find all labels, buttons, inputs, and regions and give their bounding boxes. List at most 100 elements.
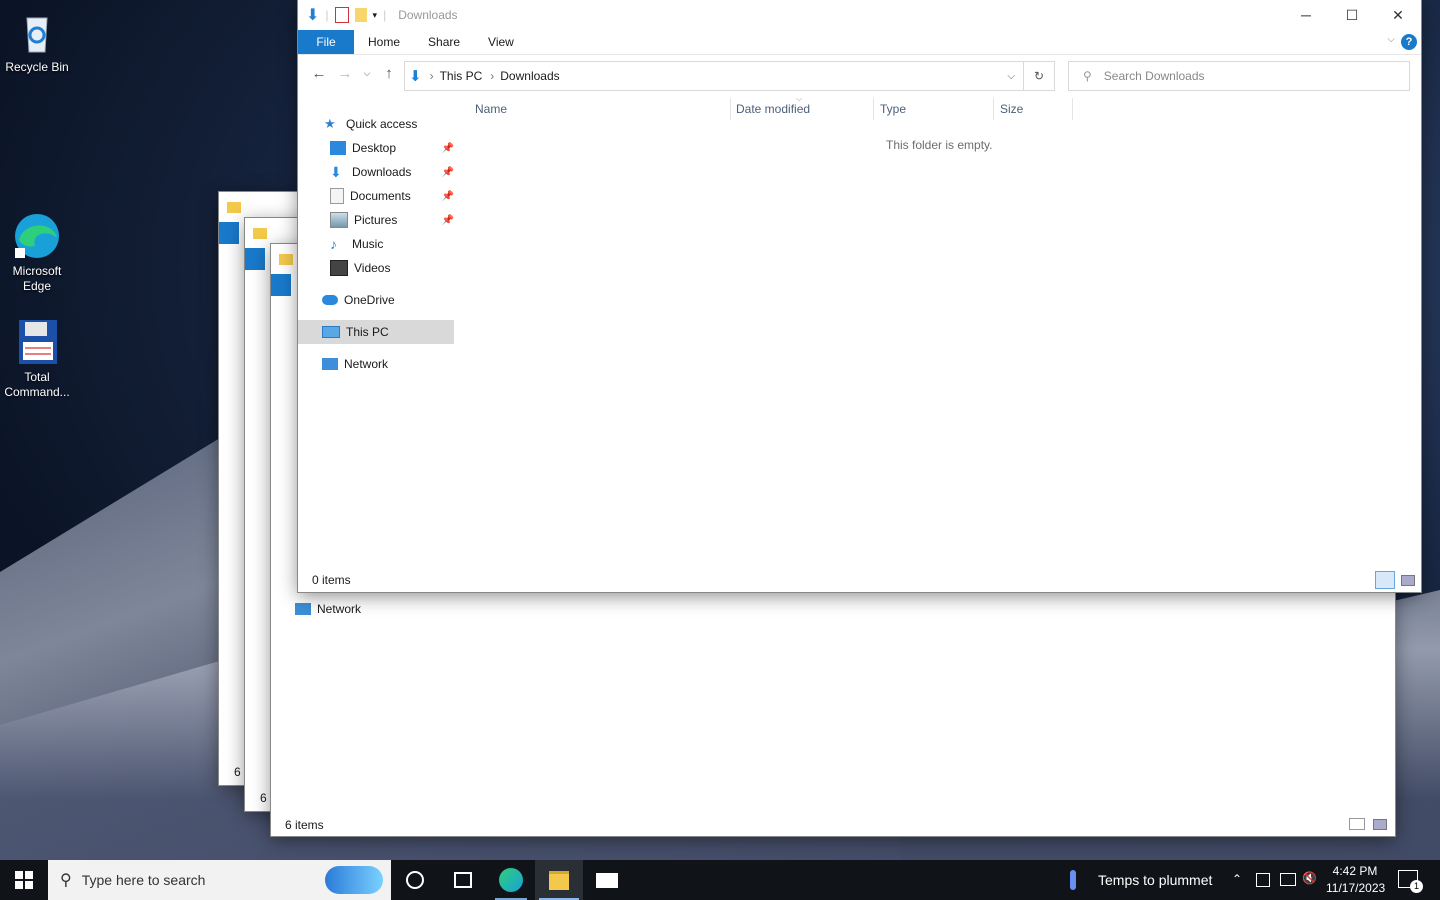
taskbar-mail[interactable] bbox=[583, 860, 631, 900]
total-commander-desktop-icon[interactable]: Total Command... bbox=[0, 318, 74, 400]
desktop-icon bbox=[330, 141, 346, 155]
column-header-type[interactable]: Type bbox=[880, 96, 906, 122]
ribbon: File Home Share View ⌵ ? bbox=[298, 30, 1421, 55]
search-box[interactable]: ⚲ Search Downloads bbox=[1068, 61, 1410, 91]
status-bar: 0 items bbox=[298, 568, 1421, 592]
recent-locations-button[interactable]: ⌵ bbox=[358, 68, 376, 79]
help-icon[interactable]: ? bbox=[1401, 34, 1417, 50]
refresh-button[interactable]: ↻ bbox=[1024, 61, 1055, 91]
breadcrumb-downloads[interactable]: Downloads bbox=[500, 69, 559, 83]
minimize-button[interactable]: ─ bbox=[1283, 0, 1329, 30]
task-view-button[interactable] bbox=[439, 860, 487, 900]
pin-icon: 📌 bbox=[441, 142, 454, 154]
cloud-icon bbox=[322, 295, 338, 305]
nav-network-label: Network bbox=[344, 357, 389, 371]
column-header-size[interactable]: Size bbox=[1000, 96, 1023, 122]
folder-icon bbox=[227, 201, 241, 213]
nav-music-label: Music bbox=[352, 237, 384, 251]
nav-downloads[interactable]: ⬇ Downloads 📌 bbox=[298, 160, 458, 184]
file-tab-partial bbox=[271, 274, 291, 296]
breadcrumb-this-pc[interactable]: This PC bbox=[440, 69, 483, 83]
network-icon bbox=[295, 603, 311, 615]
taskbar-search-box[interactable]: ⚲ Type here to search bbox=[48, 860, 391, 900]
maximize-button[interactable]: ☐ bbox=[1329, 0, 1375, 30]
details-view-icon[interactable] bbox=[1349, 818, 1365, 830]
nav-documents[interactable]: Documents 📌 bbox=[298, 184, 458, 208]
large-icons-view-icon[interactable] bbox=[1401, 574, 1415, 586]
nav-videos[interactable]: Videos bbox=[298, 256, 458, 280]
search-placeholder: Search Downloads bbox=[1103, 69, 1205, 83]
nav-pictures-label: Pictures bbox=[354, 213, 398, 227]
tab-share[interactable]: Share bbox=[414, 30, 474, 54]
column-divider bbox=[730, 98, 731, 120]
nav-pictures[interactable]: Pictures 📌 bbox=[298, 208, 458, 232]
file-tab-partial bbox=[245, 248, 265, 270]
address-bar[interactable]: ⬇ › This PC › Downloads ⌵ bbox=[404, 61, 1024, 91]
tab-view[interactable]: View bbox=[474, 30, 528, 54]
clock-time: 4:42 PM bbox=[1332, 864, 1378, 878]
thermometer-icon bbox=[1070, 870, 1076, 890]
back-button[interactable]: ← bbox=[306, 65, 332, 82]
column-header-name[interactable]: Name bbox=[475, 96, 507, 122]
network-icon bbox=[322, 358, 338, 370]
mail-icon bbox=[596, 872, 618, 888]
start-button[interactable] bbox=[0, 860, 48, 900]
properties-icon[interactable] bbox=[334, 7, 349, 23]
recycle-bin-label: Recycle Bin bbox=[5, 60, 69, 74]
address-dropdown-icon[interactable]: ⌵ bbox=[1007, 71, 1015, 82]
status-text: 6 items bbox=[285, 818, 324, 832]
file-tab[interactable]: File bbox=[298, 30, 354, 54]
navigation-pane: ★ Quick access Desktop 📌 ⬇ Downloads 📌 D… bbox=[298, 112, 458, 557]
large-icons-view-icon[interactable] bbox=[1373, 819, 1387, 830]
nav-desktop[interactable]: Desktop 📌 bbox=[298, 136, 458, 160]
nav-network[interactable]: Network bbox=[295, 602, 361, 616]
search-icon: ⚲ bbox=[1083, 69, 1092, 83]
sort-indicator-icon: ⌵ bbox=[796, 94, 803, 103]
nav-network[interactable]: Network bbox=[298, 352, 458, 376]
cortana-button[interactable] bbox=[391, 860, 439, 900]
nav-onedrive-label: OneDrive bbox=[344, 293, 395, 307]
expand-ribbon-icon[interactable]: ⌵ bbox=[1387, 34, 1395, 45]
task-view-icon bbox=[454, 872, 472, 888]
tab-home[interactable]: Home bbox=[354, 30, 414, 54]
documents-icon bbox=[330, 188, 344, 204]
downloads-location-icon: ⬇ bbox=[409, 68, 422, 85]
file-tab-partial bbox=[219, 222, 239, 244]
column-divider bbox=[993, 98, 994, 120]
nav-quick-access[interactable]: ★ Quick access bbox=[298, 112, 458, 136]
weather-widget[interactable]: Temps to plummet bbox=[1070, 860, 1212, 900]
folder-icon bbox=[549, 870, 569, 890]
search-highlight-icon bbox=[325, 866, 383, 894]
nav-onedrive[interactable]: OneDrive bbox=[298, 288, 458, 312]
windows-logo-icon bbox=[15, 871, 33, 889]
new-folder-icon[interactable] bbox=[354, 8, 367, 22]
show-hidden-icons-button[interactable]: ⌃ bbox=[1232, 872, 1242, 886]
details-view-icon[interactable] bbox=[1375, 571, 1395, 589]
taskbar-edge[interactable] bbox=[487, 860, 535, 900]
taskbar-file-explorer[interactable] bbox=[535, 860, 583, 900]
recycle-bin-desktop-icon[interactable]: Recycle Bin bbox=[0, 8, 74, 75]
forward-button[interactable]: → bbox=[332, 65, 358, 82]
close-button[interactable]: ✕ bbox=[1375, 0, 1421, 30]
column-divider bbox=[1072, 98, 1073, 120]
network-tray-icon[interactable] bbox=[1280, 873, 1296, 886]
search-icon: ⚲ bbox=[60, 872, 72, 889]
pin-icon: 📌 bbox=[441, 190, 454, 202]
navigation-bar: ← → ⌵ ↑ ⬇ › This PC › Downloads ⌵ ↻ ⚲ Se… bbox=[298, 55, 1421, 91]
nav-desktop-label: Desktop bbox=[352, 141, 397, 155]
download-icon: ⬇ bbox=[330, 164, 342, 180]
meet-now-icon[interactable] bbox=[1256, 873, 1270, 887]
action-center-button[interactable]: 1 bbox=[1398, 870, 1423, 893]
titlebar: ⬇ | ▾ | Downloads ─ ☐ ✕ bbox=[298, 0, 1421, 30]
volume-muted-icon[interactable]: 🔇 bbox=[1302, 871, 1317, 885]
up-button[interactable]: ↑ bbox=[376, 65, 402, 82]
edge-desktop-icon[interactable]: Microsoft Edge bbox=[0, 212, 74, 294]
pictures-icon bbox=[330, 212, 348, 228]
nav-this-pc[interactable]: This PC bbox=[298, 320, 454, 344]
folder-icon bbox=[279, 253, 293, 265]
cortana-icon bbox=[406, 871, 424, 889]
customize-qat-icon[interactable]: ▾ bbox=[373, 10, 378, 21]
nav-music[interactable]: ♪ Music bbox=[298, 232, 458, 256]
explorer-window-downloads[interactable]: ⬇ | ▾ | Downloads ─ ☐ ✕ File Home Share … bbox=[298, 0, 1421, 592]
clock[interactable]: 4:42 PM 11/17/2023 bbox=[1326, 863, 1385, 897]
